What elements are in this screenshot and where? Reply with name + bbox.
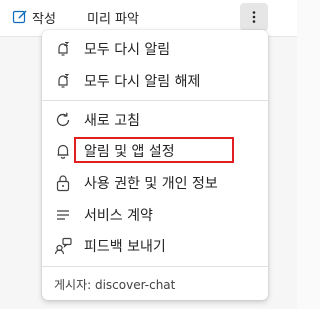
menu-item-label: 알림 및 앱 설정 — [84, 144, 175, 160]
compose-label: 작성 — [32, 11, 56, 27]
menu-item-label: 피드백 보내기 — [84, 239, 166, 255]
feedback-icon — [54, 237, 72, 255]
menu-item-refresh[interactable]: 새로 고침 — [42, 104, 268, 136]
preview-label: 미리 파악 — [87, 11, 139, 27]
menu-item-label: 모두 다시 알림 해제 — [84, 74, 201, 90]
preview-button[interactable]: 미리 파악 — [87, 4, 139, 30]
page: 작성 미리 파악 모두 다시 알림 모두 다시 알림 해제 새로 고침 알림 및… — [0, 0, 297, 309]
publisher-info: 게시자: discover-chat — [54, 278, 176, 292]
menu-item-label: 모두 다시 알림 — [84, 42, 171, 58]
more-options-button[interactable] — [240, 3, 268, 31]
menu-item-label: 사용 권한 및 개인 정보 — [84, 176, 218, 192]
menu-item-snooze-all[interactable]: 모두 다시 알림 — [42, 33, 268, 65]
menu-item-permissions-privacy[interactable]: 사용 권한 및 개인 정보 — [42, 167, 268, 199]
lines-icon — [54, 206, 72, 224]
bell-icon — [54, 142, 72, 160]
menu-item-label: 새로 고침 — [84, 113, 140, 129]
menu-item-label: 서비스 계약 — [84, 208, 153, 224]
menu-item-send-feedback[interactable]: 피드백 보내기 — [42, 230, 268, 262]
compose-button[interactable]: 작성 — [12, 4, 56, 30]
more-options-menu: 모두 다시 알림 모두 다시 알림 해제 새로 고침 알림 및 앱 설정 사용 … — [42, 30, 268, 300]
more-vertical-icon — [252, 11, 256, 23]
menu-item-service-agreement[interactable]: 서비스 계약 — [42, 199, 268, 231]
snooze-icon — [54, 40, 72, 58]
lock-icon — [54, 174, 72, 192]
snooze-off-icon — [54, 72, 72, 90]
compose-icon — [12, 10, 27, 24]
menu-divider — [42, 266, 268, 267]
refresh-icon — [54, 111, 72, 129]
menu-item-notification-settings[interactable]: 알림 및 앱 설정 — [42, 135, 268, 167]
menu-item-unsnooze-all[interactable]: 모두 다시 알림 해제 — [42, 65, 268, 97]
menu-divider — [42, 100, 268, 101]
